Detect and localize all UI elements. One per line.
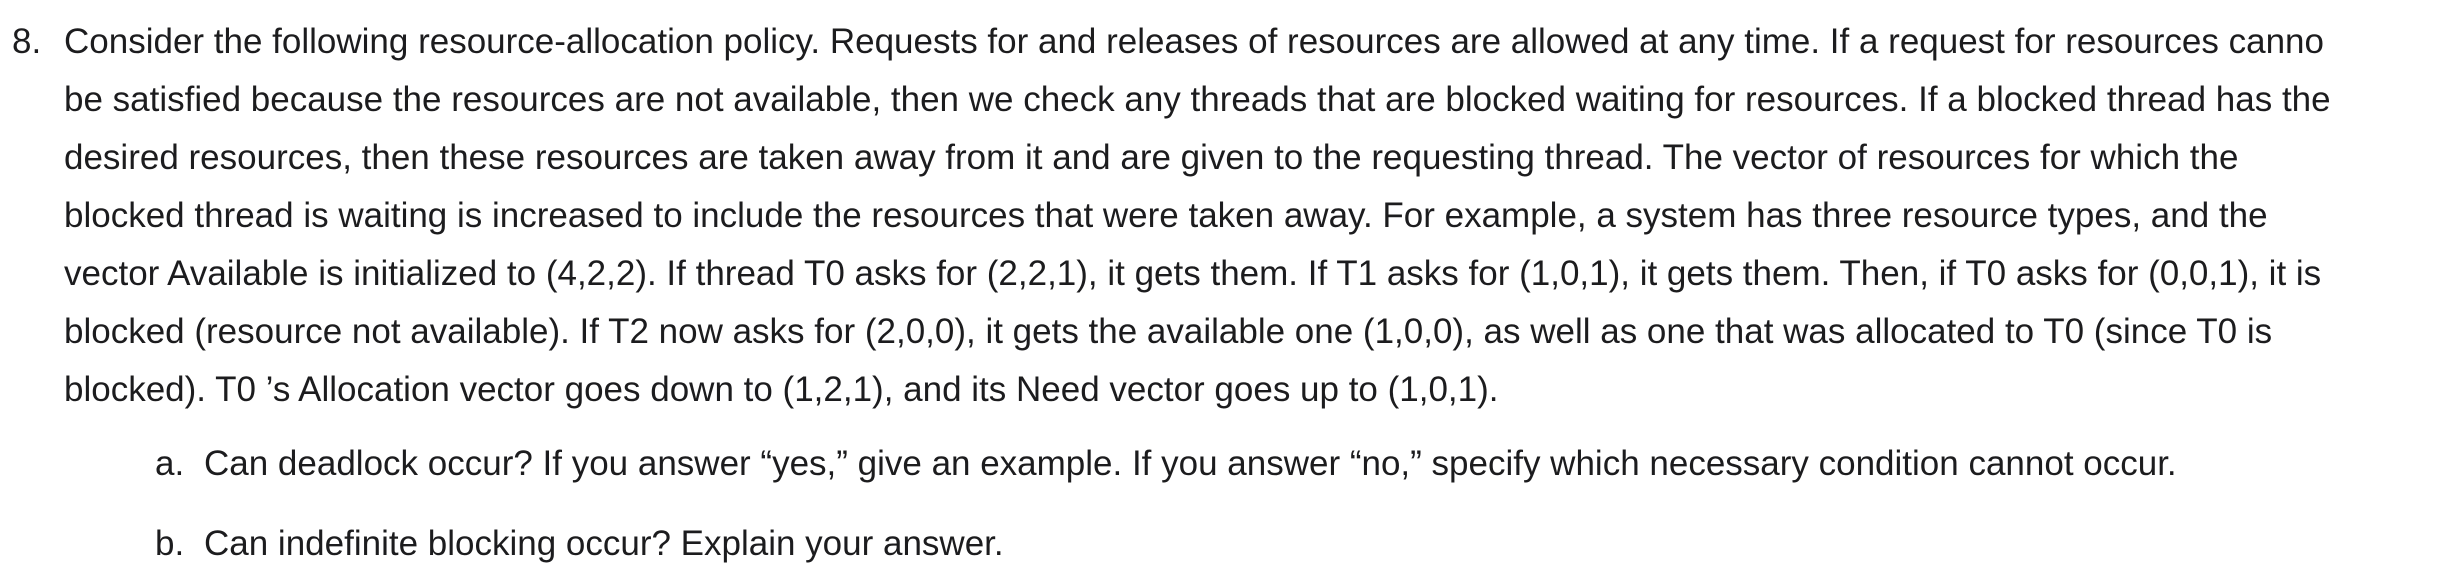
- question-line: be satisfied because the resources are n…: [64, 80, 2331, 119]
- sub-question-a: a. Can deadlock occur? If you answer “ye…: [0, 435, 2442, 493]
- question-line: vector Available is initialized to (4,2,…: [64, 254, 2322, 293]
- question-line: desired resources, then these resources …: [64, 138, 2239, 177]
- question-text: Consider the following resource-allocati…: [64, 13, 2442, 419]
- sub-question-b: b. Can indefinite blocking occur? Explai…: [0, 515, 2442, 570]
- document-page: 8. Consider the following resource-alloc…: [0, 0, 2442, 570]
- question-line: blocked). T0 ’s Allocation vector goes d…: [64, 370, 1499, 409]
- sub-question-marker: a.: [155, 444, 185, 483]
- sub-question-marker: b.: [155, 524, 185, 563]
- question-line: blocked thread is waiting is increased t…: [64, 196, 2268, 235]
- question-number: 8.: [12, 22, 42, 61]
- question-line: Consider the following resource-allocati…: [64, 22, 2324, 61]
- sub-question-text: Can indefinite blocking occur? Explain y…: [204, 524, 1004, 563]
- sub-question-text: Can deadlock occur? If you answer “yes,”…: [204, 444, 2177, 483]
- question-line: blocked (resource not available). If T2 …: [64, 312, 2273, 351]
